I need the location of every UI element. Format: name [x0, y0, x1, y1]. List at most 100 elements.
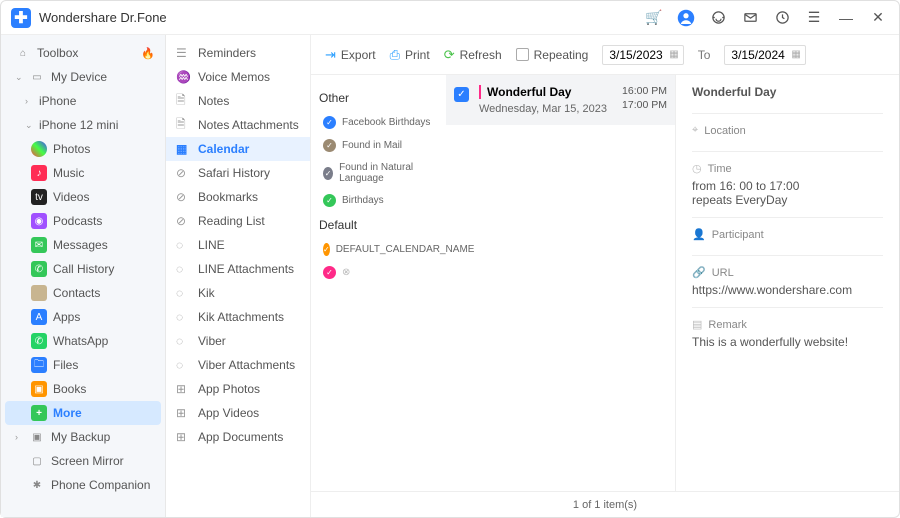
- refresh-button[interactable]: ⟳Refresh: [444, 47, 502, 63]
- grid-icon: ⊞: [176, 430, 190, 444]
- sidebar-messages[interactable]: ✉Messages: [1, 233, 165, 257]
- books-icon: ▣: [31, 381, 47, 397]
- cal-mail[interactable]: ✓Found in Mail: [319, 134, 438, 157]
- cat-voicememos[interactable]: ♒Voice Memos: [166, 65, 310, 89]
- remark-label: ▤Remark: [692, 318, 883, 331]
- cat-line-att[interactable]: ◌LINE Attachments: [166, 257, 310, 281]
- date-to-input[interactable]: 3/15/2024▦: [724, 45, 805, 65]
- cat-kik-att[interactable]: ◌ Kik Attachments: [166, 305, 310, 329]
- label: Kik Attachments: [198, 310, 284, 324]
- link-icon: 🔗: [692, 266, 706, 279]
- check-icon: ✓: [323, 266, 336, 279]
- sidebar-podcasts[interactable]: ◉Podcasts: [1, 209, 165, 233]
- note-icon: ▤: [692, 318, 702, 331]
- cart-icon[interactable]: 🛒: [643, 7, 665, 29]
- cal-bday[interactable]: ✓Birthdays: [319, 189, 438, 212]
- label: Reading List: [198, 214, 265, 228]
- cal-nl[interactable]: ✓Found in Natural Language: [319, 157, 438, 189]
- label: Apps: [53, 310, 80, 324]
- label: Repeating: [534, 48, 589, 62]
- content: ⇥Export ⎙Print ⟳Refresh Repeating 3/15/2…: [311, 35, 899, 517]
- time-start: 16:00 PM: [622, 85, 667, 99]
- event-times: 16:00 PM 17:00 PM: [622, 85, 667, 112]
- calendar-icon: ▦: [669, 49, 678, 60]
- sidebar-more[interactable]: +More: [5, 401, 161, 425]
- status-footer: 1 of 1 item(s): [311, 491, 899, 517]
- print-button[interactable]: ⎙Print: [390, 47, 430, 63]
- sidebar-phonecompanion[interactable]: ✱Phone Companion: [1, 473, 165, 497]
- history-icon[interactable]: [771, 7, 793, 29]
- label: App Videos: [198, 406, 259, 420]
- event-title: Wonderful Day: [479, 85, 622, 99]
- cat-reminders[interactable]: ☰Reminders: [166, 41, 310, 65]
- sidebar-books[interactable]: ▣ Books: [1, 377, 165, 401]
- sidebar-whatsapp[interactable]: ✆WhatsApp: [1, 329, 165, 353]
- chat-icon: ◌: [176, 310, 190, 324]
- sidebar-photos[interactable]: Photos: [1, 137, 165, 161]
- sidebar-my-device[interactable]: ⌄▭My Device: [1, 65, 165, 89]
- label: Facebook Birthdays: [342, 117, 430, 128]
- cat-notes-att[interactable]: 🗎Notes Attachments: [166, 113, 310, 137]
- cat-bookmarks[interactable]: ⊘Bookmarks: [166, 185, 310, 209]
- sidebar-screenmirror[interactable]: ▢Screen Mirror: [1, 449, 165, 473]
- user-icon[interactable]: [675, 7, 697, 29]
- time-label: ◷Time: [692, 162, 883, 175]
- details-panel: Wonderful Day ⌖Location ◷Time from 16: 0…: [676, 75, 899, 491]
- cat-line[interactable]: ◌LINE: [166, 233, 310, 257]
- sidebar-callhistory[interactable]: ✆Call History: [1, 257, 165, 281]
- export-icon: ⇥: [325, 47, 336, 63]
- date-from-input[interactable]: 3/15/2023▦: [602, 45, 683, 65]
- cat-app-docs[interactable]: ⊞App Documents: [166, 425, 310, 449]
- event-checkbox[interactable]: ✓: [454, 87, 469, 102]
- compass-icon: ⊘: [176, 214, 190, 228]
- print-icon: ⎙: [390, 47, 400, 63]
- videos-icon: tv: [31, 189, 47, 205]
- sidebar-mybackup[interactable]: ›▣My Backup: [1, 425, 165, 449]
- compass-icon: ⊘: [176, 166, 190, 180]
- time-value: from 16: 00 to 17:00: [692, 179, 883, 193]
- sidebar-apps[interactable]: AApps: [1, 305, 165, 329]
- cat-notes[interactable]: 🗎Notes: [166, 89, 310, 113]
- person-icon: 👤: [692, 228, 706, 241]
- sidebar-videos[interactable]: tvVideos: [1, 185, 165, 209]
- chat-icon: ◌: [176, 358, 190, 372]
- device-icon: ▭: [29, 69, 45, 85]
- export-button[interactable]: ⇥Export: [325, 47, 376, 63]
- label: My Backup: [51, 430, 110, 444]
- podcasts-icon: ◉: [31, 213, 47, 229]
- cat-app-photos[interactable]: ⊞App Photos: [166, 377, 310, 401]
- minimize-icon[interactable]: —: [835, 7, 857, 29]
- cat-viber-att[interactable]: ◌Viber Attachments: [166, 353, 310, 377]
- check-icon: ✓: [323, 167, 333, 180]
- repeating-checkbox[interactable]: Repeating: [516, 48, 589, 62]
- cat-app-videos[interactable]: ⊞App Videos: [166, 401, 310, 425]
- cat-safari[interactable]: ⊘Safari History: [166, 161, 310, 185]
- sidebar-toolbox[interactable]: ⌂Toolbox🔥: [1, 41, 165, 65]
- calendar-icon: ▦: [176, 142, 190, 156]
- label: Books: [53, 382, 86, 396]
- sidebar-iphone[interactable]: ›iPhone: [1, 89, 165, 113]
- item-count: 1 of 1 item(s): [573, 499, 637, 511]
- sidebar-files[interactable]: 🗀Files: [1, 353, 165, 377]
- cat-viber[interactable]: ◌Viber: [166, 329, 310, 353]
- mail-icon[interactable]: [739, 7, 761, 29]
- check-icon: ✓: [323, 139, 336, 152]
- menu-icon[interactable]: ☰: [803, 7, 825, 29]
- support-icon[interactable]: [707, 7, 729, 29]
- cat-readinglist[interactable]: ⊘ Reading List: [166, 209, 310, 233]
- close-icon[interactable]: ✕: [867, 7, 889, 29]
- label: Call History: [53, 262, 114, 276]
- sidebar-contacts[interactable]: Contacts: [1, 281, 165, 305]
- label: LINE Attachments: [198, 262, 294, 276]
- cal-unknown[interactable]: ✓⊗: [319, 261, 438, 284]
- sidebar-music[interactable]: ♪Music: [1, 161, 165, 185]
- group-default: Default: [319, 218, 438, 232]
- cal-fb[interactable]: ✓Facebook Birthdays: [319, 111, 438, 134]
- label-text: URL: [712, 267, 734, 279]
- cal-default[interactable]: ✓DEFAULT_CALENDAR_NAME: [319, 238, 438, 261]
- cat-kik[interactable]: ◌Kik: [166, 281, 310, 305]
- sidebar-iphone12[interactable]: ⌄iPhone 12 mini: [1, 113, 165, 137]
- cat-calendar[interactable]: ▦Calendar: [166, 137, 310, 161]
- event-row[interactable]: ✓ Wonderful Day Wednesday, Mar 15, 2023 …: [446, 75, 675, 125]
- toolbar: ⇥Export ⎙Print ⟳Refresh Repeating 3/15/2…: [311, 35, 899, 75]
